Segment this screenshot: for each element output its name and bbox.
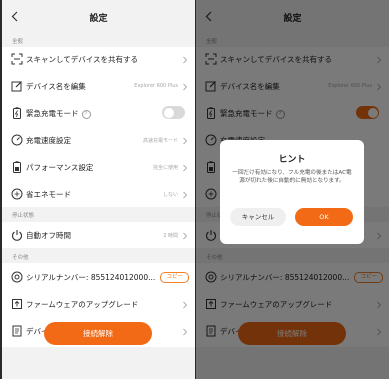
row-value: しない <box>162 192 178 198</box>
chevron-right-icon <box>183 328 188 336</box>
row-eco-mode[interactable]: 省エネモード しない <box>2 182 195 206</box>
stop-card: 自動オフ時間 2 時間 <box>2 222 195 248</box>
row-serial: シリアルナンバー: 855124012000... コピー <box>2 265 195 289</box>
row-firmware[interactable]: ファームウェアのアップグレード <box>2 292 195 316</box>
edit-icon <box>11 81 22 92</box>
chevron-right-icon <box>183 301 188 309</box>
speed-gauge-icon <box>11 134 23 146</box>
chevron-right-icon <box>183 232 188 240</box>
help-icon[interactable]: ? <box>81 110 91 119</box>
row-auto-off[interactable]: 自動オフ時間 2 時間 <box>2 223 195 247</box>
section-stop: 停止状態 <box>12 213 35 219</box>
row-value: 完全に使用 <box>152 165 178 171</box>
row-value: Explorer 600 Plus <box>134 83 178 89</box>
row-performance[interactable]: パフォーマンス設定 完全に使用 <box>2 155 195 179</box>
row-rename[interactable]: デバイス名を編集 Explorer 600 Plus <box>2 74 195 98</box>
row-label: シリアルナンバー: 855124012000... <box>26 273 156 282</box>
serial-icon <box>11 271 23 283</box>
battery-icon <box>13 161 21 173</box>
section-other: その他 <box>12 255 29 261</box>
power-icon <box>12 230 22 241</box>
row-scan-share[interactable]: スキャンしてデバイスを共有する <box>2 47 195 71</box>
row-label: 緊急充電モード? <box>26 108 91 119</box>
dialog-message: 一回だけ有効になり、フル充電の後またはAC電源が切れた後に自動的に無効となります… <box>232 170 352 184</box>
emergency-charge-toggle[interactable] <box>162 106 185 119</box>
general-card: スキャンしてデバイスを共有する デバイス名を編集 Explorer 600 Pl… <box>2 47 195 207</box>
chevron-right-icon <box>183 191 188 199</box>
row-value: 2 時間 <box>163 233 178 239</box>
row-value: 高速充電モード <box>142 138 178 144</box>
scan-icon <box>11 53 23 65</box>
eco-icon <box>11 188 23 200</box>
dialog-title: ヒント <box>278 155 306 165</box>
chevron-right-icon <box>183 164 188 172</box>
chevron-right-icon <box>183 56 188 64</box>
row-emergency-charge: 緊急充電モード? <box>2 101 195 125</box>
firmware-icon <box>12 299 22 309</box>
chevron-right-icon <box>183 83 188 91</box>
row-charge-speed[interactable]: 充電速度設定 高速充電モード <box>2 128 195 152</box>
row-label: デバイス名を編集 <box>26 82 86 91</box>
copy-button[interactable]: コピー <box>160 272 189 283</box>
ok-button[interactable]: OK <box>295 208 353 226</box>
settings-screen-right: 設定 全般 スキャンしてデバイスを共有する デバイス名を編集 Explorer … <box>196 0 389 379</box>
disconnect-button[interactable]: 接続解除 <box>44 322 152 345</box>
row-label: 充電速度設定 <box>26 136 71 145</box>
row-label: スキャンしてデバイスを共有する <box>26 55 139 64</box>
cancel-button[interactable]: キャンセル <box>230 208 286 226</box>
row-label: 自動オフ時間 <box>26 231 71 240</box>
page-title: 設定 <box>89 14 108 24</box>
top-bar: 設定 <box>2 0 195 34</box>
row-label: パフォーマンス設定 <box>26 163 94 172</box>
row-label: ファームウェアのアップグレード <box>26 300 139 309</box>
battery-icon <box>13 107 21 119</box>
document-icon <box>12 325 22 337</box>
settings-screen-left: 設定 全般 スキャンしてデバイスを共有する デバイス名を編集 Explorer … <box>2 0 195 379</box>
chevron-right-icon <box>183 137 188 145</box>
hint-dialog: ヒント 一回だけ有効になり、フル充電の後またはAC電源が切れた後に自動的に無効と… <box>220 140 364 244</box>
row-label: 省エネモード <box>26 190 71 199</box>
section-general: 全般 <box>12 39 24 45</box>
